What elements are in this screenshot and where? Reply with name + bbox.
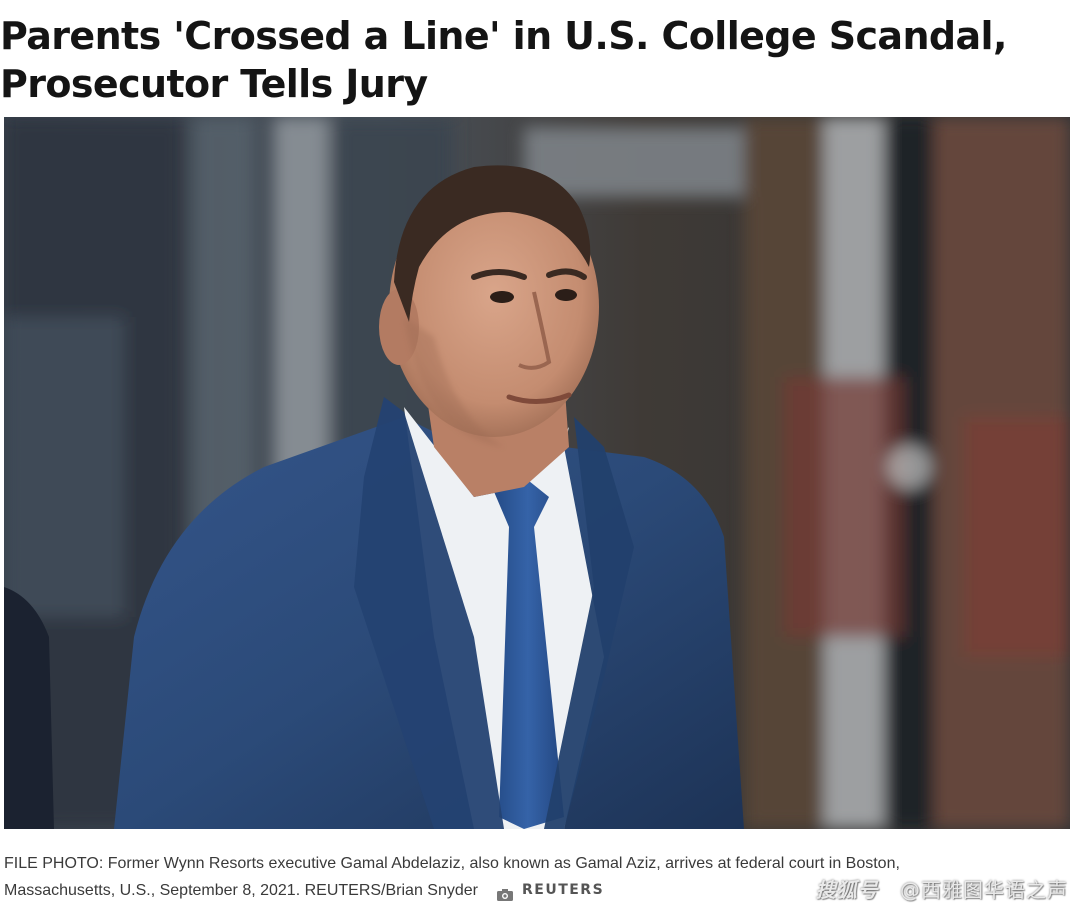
- watermark-logo: 搜狐号: [815, 878, 879, 902]
- reuters-logo: REUTERS: [521, 882, 605, 898]
- caption-line-2: Massachusetts, U.S., September 8, 2021. …: [4, 882, 478, 899]
- person-in-suit-photo: [4, 117, 1070, 829]
- headline-line-2: Prosecutor Tells Jury: [0, 62, 428, 106]
- camera-icon: [496, 884, 514, 901]
- watermark: 搜狐号 @西雅图华语之声: [816, 874, 1068, 903]
- watermark-handle: @西雅图华语之声: [900, 878, 1068, 902]
- article-photo: [4, 117, 1070, 829]
- article-headline: Parents 'Crossed a Line' in U.S. College…: [0, 12, 1080, 108]
- headline-line-1: Parents 'Crossed a Line' in U.S. College…: [0, 14, 1007, 58]
- caption-line-1: FILE PHOTO: Former Wynn Resorts executiv…: [4, 855, 900, 872]
